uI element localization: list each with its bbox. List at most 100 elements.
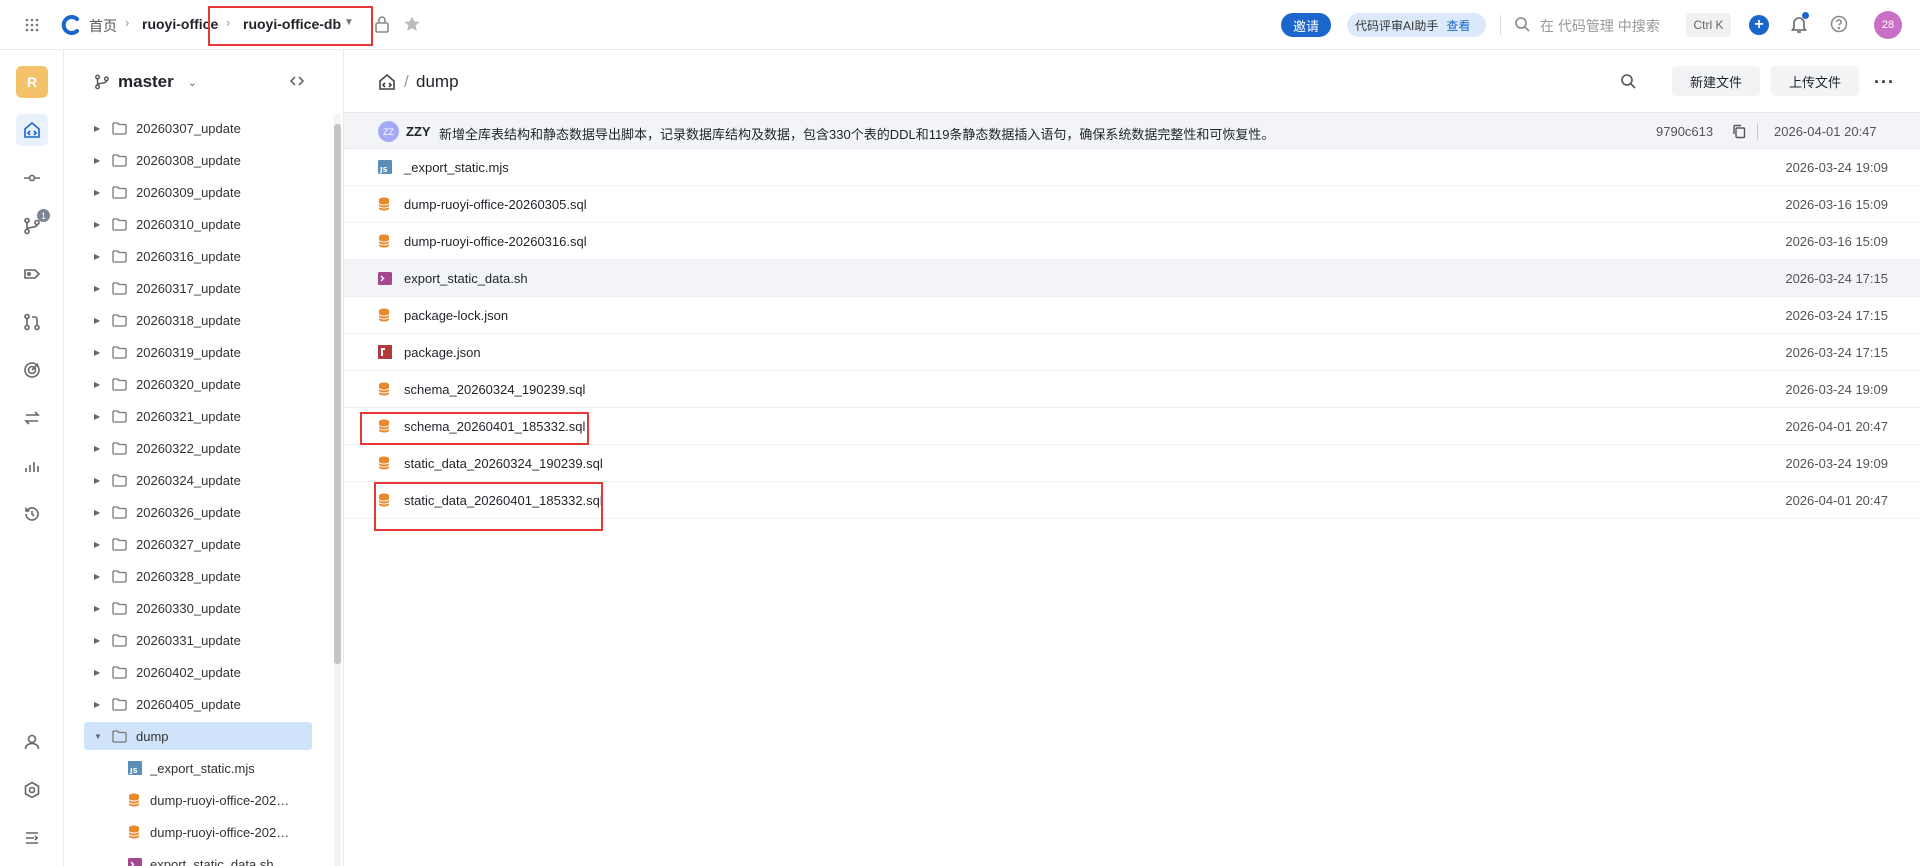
compare-icon[interactable] xyxy=(16,402,48,434)
scrollbar-thumb[interactable] xyxy=(334,124,341,664)
file-name[interactable]: static_data_20260401_185332.sql xyxy=(404,493,603,508)
tree-file-item[interactable]: JS _export_static.mjs xyxy=(64,754,336,782)
commit-message[interactable]: 新增全库表结构和静态数据导出脚本，记录数据库结构及数据，包含330个表的DDL和… xyxy=(439,124,1274,143)
file-name[interactable]: static_data_20260324_190239.sql xyxy=(404,456,603,471)
tree-folder-item[interactable]: ▶ 20260331_update xyxy=(64,626,336,654)
lock-icon[interactable] xyxy=(374,15,390,33)
help-icon[interactable] xyxy=(1830,15,1848,33)
tree-folder-item[interactable]: ▶ 20260330_update xyxy=(64,594,336,622)
caret-right-icon[interactable]: ▶ xyxy=(94,284,100,293)
commit-icon[interactable] xyxy=(16,162,48,194)
star-icon[interactable] xyxy=(403,15,421,33)
stats-icon[interactable] xyxy=(16,450,48,482)
merge-request-icon[interactable] xyxy=(16,306,48,338)
create-plus-button[interactable]: + xyxy=(1749,15,1769,35)
more-icon[interactable]: ··· xyxy=(1874,72,1895,93)
search-icon[interactable] xyxy=(1620,73,1636,89)
caret-right-icon[interactable]: ▶ xyxy=(94,508,100,517)
member-icon[interactable] xyxy=(16,726,48,758)
caret-right-icon[interactable]: ▶ xyxy=(94,444,100,453)
file-name[interactable]: schema_20260401_185332.sql xyxy=(404,419,585,434)
settings-icon[interactable] xyxy=(16,774,48,806)
file-row[interactable]: dump-ruoyi-office-20260305.sql 2026-03-16… xyxy=(344,186,1920,223)
tree-folder-item[interactable]: ▶ 20260328_update xyxy=(64,562,336,590)
file-row[interactable]: JS _export_static.mjs 2026-03-24 19:09 xyxy=(344,149,1920,186)
tree-scrollbar[interactable] xyxy=(334,114,341,866)
tag-icon[interactable] xyxy=(16,258,48,290)
bell-icon[interactable] xyxy=(1790,12,1809,34)
ai-assistant-link[interactable]: 查看 xyxy=(1446,17,1470,34)
new-file-button[interactable]: 新建文件 xyxy=(1672,66,1760,96)
caret-right-icon[interactable]: ▶ xyxy=(94,412,100,421)
breadcrumb-repo[interactable]: ruoyi-office-db xyxy=(243,16,341,32)
file-row[interactable]: static_data_20260401_185332.sql 2026-04-0… xyxy=(344,482,1920,519)
branch-icon[interactable]: 1 xyxy=(16,209,50,242)
commit-hash[interactable]: 9790c613 xyxy=(1656,124,1713,139)
caret-right-icon[interactable]: ▶ xyxy=(94,156,100,165)
search-icon[interactable] xyxy=(1514,16,1530,32)
commit-author[interactable]: ZZY xyxy=(406,124,431,139)
caret-right-icon[interactable]: ▶ xyxy=(94,668,100,677)
tree-file-item[interactable]: export_static_data.sh xyxy=(64,850,336,866)
tree-folder-item[interactable]: ▶ 20260318_update xyxy=(64,306,336,334)
caret-right-icon[interactable]: ▶ xyxy=(94,252,100,261)
file-row[interactable]: package.json 2026-03-24 17:15 xyxy=(344,334,1920,371)
commit-author-avatar[interactable]: ZZ xyxy=(378,121,399,142)
tree-folder-item[interactable]: ▶ 20260324_update xyxy=(64,466,336,494)
tree-file-item[interactable]: dump-ruoyi-office-202… xyxy=(64,786,336,814)
file-name[interactable]: _export_static.mjs xyxy=(404,160,509,175)
tree-folder-item[interactable]: ▶ 20260326_update xyxy=(64,498,336,526)
tree-folder-item[interactable]: ▶ 20260308_update xyxy=(64,146,336,174)
apps-grid-icon[interactable] xyxy=(22,15,42,35)
tree-folder-item[interactable]: ▶ 20260316_update xyxy=(64,242,336,270)
branch-selector[interactable]: master ⌄ xyxy=(94,70,197,94)
caret-right-icon[interactable]: ▶ xyxy=(94,572,100,581)
user-avatar[interactable]: 28 xyxy=(1874,11,1902,39)
upload-file-button[interactable]: 上传文件 xyxy=(1771,66,1859,96)
file-row[interactable]: schema_20260401_185332.sql 2026-04-01 20:… xyxy=(344,408,1920,445)
tree-file-item[interactable]: dump-ruoyi-office-202… xyxy=(64,818,336,846)
caret-right-icon[interactable]: ▶ xyxy=(94,188,100,197)
history-icon[interactable] xyxy=(16,498,48,530)
tree-folder-item[interactable]: ▶ 20260317_update xyxy=(64,274,336,302)
repo-root-icon[interactable] xyxy=(378,73,396,91)
file-name[interactable]: package.json xyxy=(404,345,481,360)
caret-down-icon[interactable]: ▼ xyxy=(344,17,354,28)
tree-folder-item[interactable]: ▶ 20260310_update xyxy=(64,210,336,238)
caret-down-icon[interactable]: ▼ xyxy=(94,732,102,741)
file-row[interactable]: dump-ruoyi-office-20260316.sql 2026-03-16… xyxy=(344,223,1920,260)
caret-right-icon[interactable]: ▶ xyxy=(94,604,100,613)
file-row[interactable]: export_static_data.sh 2026-03-24 17:15 xyxy=(344,260,1920,297)
file-row[interactable]: package-lock.json 2026-03-24 17:15 xyxy=(344,297,1920,334)
invite-button[interactable]: 邀请 xyxy=(1281,13,1331,37)
file-name[interactable]: export_static_data.sh xyxy=(404,271,528,286)
tree-folder-item[interactable]: ▶ 20260402_update xyxy=(64,658,336,686)
caret-right-icon[interactable]: ▶ xyxy=(94,700,100,709)
caret-right-icon[interactable]: ▶ xyxy=(94,540,100,549)
breadcrumb-home[interactable]: 首页 xyxy=(89,16,117,36)
caret-right-icon[interactable]: ▶ xyxy=(94,476,100,485)
tree-folder-item[interactable]: ▶ 20260319_update xyxy=(64,338,336,366)
target-icon[interactable] xyxy=(16,354,48,386)
caret-right-icon[interactable]: ▶ xyxy=(94,124,100,133)
tree-folder-item[interactable]: ▶ 20260320_update xyxy=(64,370,336,398)
tree-folder-item[interactable]: ▶ 20260307_update xyxy=(64,114,336,142)
file-name[interactable]: schema_20260324_190239.sql xyxy=(404,382,585,397)
tree-folder-selected[interactable]: ▼ dump xyxy=(84,722,312,750)
caret-right-icon[interactable]: ▶ xyxy=(94,220,100,229)
tree-folder-item[interactable]: ▶ 20260309_update xyxy=(64,178,336,206)
caret-right-icon[interactable]: ▶ xyxy=(94,636,100,645)
global-search-input[interactable]: 在 代码管理 中搜索 xyxy=(1540,16,1660,36)
file-row[interactable]: schema_20260324_190239.sql 2026-03-24 19:… xyxy=(344,371,1920,408)
file-name[interactable]: dump-ruoyi-office-20260305.sql xyxy=(404,197,587,212)
tree-folder-item[interactable]: ▶ 20260327_update xyxy=(64,530,336,558)
file-name[interactable]: package-lock.json xyxy=(404,308,508,323)
collapse-tree-icon[interactable] xyxy=(289,74,305,88)
copy-icon[interactable] xyxy=(1732,124,1746,139)
tree-folder-item[interactable]: ▶ 20260321_update xyxy=(64,402,336,430)
org-avatar[interactable]: R xyxy=(16,66,48,98)
caret-right-icon[interactable]: ▶ xyxy=(94,348,100,357)
ai-assistant-pill[interactable]: 代码评审AI助手 查看 xyxy=(1347,13,1486,37)
logo-icon[interactable] xyxy=(60,14,82,36)
tree-folder-item[interactable]: ▶ 20260322_update xyxy=(64,434,336,462)
